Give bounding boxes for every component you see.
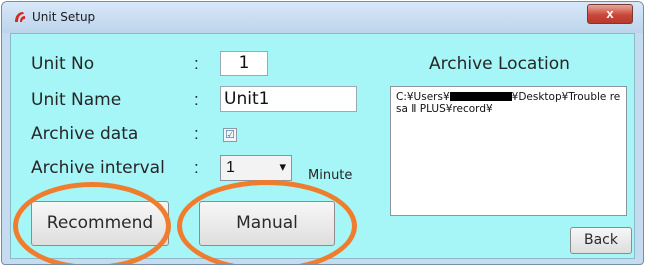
archive-path-box: C:¥Users¥ ¥Desktop¥Trouble resa Ⅱ PLUS¥re…	[390, 86, 627, 216]
app-logo-icon	[15, 12, 25, 22]
back-button[interactable]: Back	[570, 227, 632, 254]
close-button[interactable]: x	[587, 4, 633, 24]
chevron-down-icon: ▾	[279, 159, 286, 174]
unit-setup-window: Unit Setup x Unit No : 1 Unit Name : Uni…	[1, 1, 644, 265]
client-area: Unit No : 1 Unit Name : Unit1 Archive da…	[10, 33, 635, 264]
archive-data-colon: :	[194, 124, 199, 143]
unit-no-colon: :	[194, 54, 199, 73]
archive-interval-value: 1	[226, 159, 235, 176]
archive-interval-colon: :	[194, 158, 199, 177]
archive-interval-label: Archive interval	[31, 158, 165, 178]
archive-data-label: Archive data	[31, 124, 139, 144]
title-bar: Unit Setup x	[2, 2, 643, 33]
unit-no-label: Unit No	[31, 54, 95, 74]
window-title: Unit Setup	[32, 10, 96, 24]
recommend-button[interactable]: Recommend	[31, 201, 169, 246]
archive-data-checkbox[interactable]: ☑	[223, 128, 237, 142]
archive-interval-unit: Minute	[308, 168, 353, 183]
manual-button[interactable]: Manual	[199, 201, 335, 246]
unit-name-field[interactable]: Unit1	[220, 86, 357, 112]
archive-path-prefix: C:¥Users¥	[396, 91, 450, 103]
redacted-username	[449, 92, 512, 101]
unit-no-field[interactable]: 1	[220, 51, 268, 76]
unit-name-label: Unit Name	[31, 90, 122, 110]
archive-interval-select[interactable]: 1 ▾	[220, 155, 292, 181]
archive-location-heading: Archive Location	[429, 54, 570, 74]
unit-name-colon: :	[194, 90, 199, 109]
